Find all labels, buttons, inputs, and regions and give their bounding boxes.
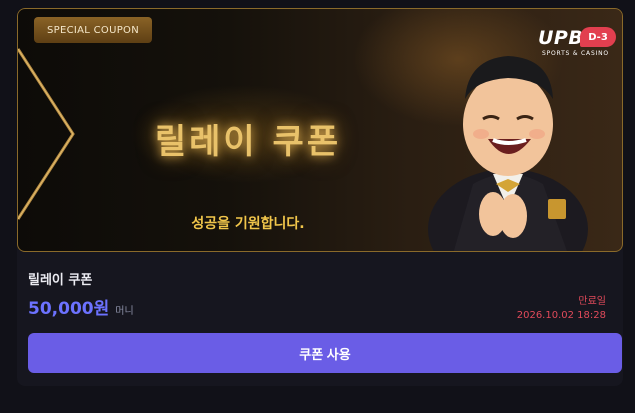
use-coupon-button[interactable]: 쿠폰 사용 [28, 333, 622, 373]
coupon-amount-row: 50,000원 머니 [28, 294, 134, 319]
brand-logo: UPBET SPORTS & CASINO D-3 [536, 19, 622, 63]
coupon-amount-unit: 머니 [115, 306, 134, 317]
mascot-illustration [428, 56, 588, 251]
dday-badge: D-3 [580, 27, 616, 47]
banner-subtitle: 성공을 기원합니다. [191, 216, 305, 232]
coupon-card: SPECIAL COUPON 릴레이 쿠폰 성공을 기원합니다. UPBET S… [17, 8, 623, 386]
special-coupon-tag: SPECIAL COUPON [34, 17, 152, 43]
logo-subtext: SPORTS & CASINO [542, 50, 609, 57]
banner-title: 릴레이 쿠폰 [154, 122, 342, 162]
chevron-decoration-icon [18, 48, 75, 220]
expiry-label: 만료일 [578, 296, 606, 307]
coupon-banner: SPECIAL COUPON 릴레이 쿠폰 성공을 기원합니다. UPBET S… [17, 8, 623, 252]
coupon-amount: 50,000원 [28, 299, 110, 319]
expiry-date: 2026.10.02 18:28 [516, 310, 606, 321]
coupon-name: 릴레이 쿠폰 [28, 273, 93, 288]
